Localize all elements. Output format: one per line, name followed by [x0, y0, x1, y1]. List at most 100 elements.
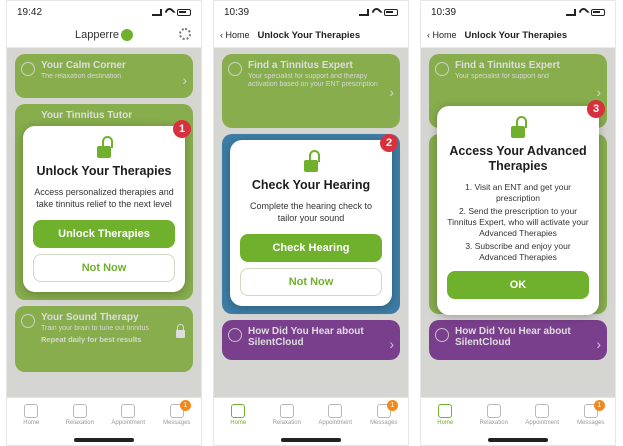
steps-list: 1. Visit an ENT and get your prescriptio…: [447, 182, 589, 263]
calendar-icon: [535, 404, 550, 418]
messages-badge: 1: [386, 400, 398, 411]
relaxation-icon: [279, 404, 294, 418]
home-indicator: [488, 438, 548, 442]
status-time: 10:39: [431, 6, 457, 18]
ok-button[interactable]: OK: [447, 271, 589, 300]
tab-appointment[interactable]: Appointment: [315, 404, 355, 426]
status-time: 19:42: [17, 6, 43, 18]
list-item: 1. Visit an ENT and get your prescriptio…: [465, 182, 571, 204]
tab-label: Appointment: [111, 420, 146, 426]
unlock-therapies-button[interactable]: Unlock Therapies: [33, 220, 175, 249]
relaxation-icon: [72, 404, 87, 418]
check-hearing-button[interactable]: Check Hearing: [240, 234, 382, 263]
tab-relaxation[interactable]: Relaxation: [267, 404, 307, 426]
modal-title: Unlock Your Therapies: [36, 164, 172, 178]
phone-screen-1: 19:42 Lapperre Your Calm Corner The rela…: [6, 0, 202, 446]
tab-relaxation[interactable]: Relaxation: [60, 404, 100, 426]
advanced-therapies-modal: 3 Access Your Advanced Therapies 1. Visi…: [437, 100, 605, 316]
list-item: 2. Send the prescription to your Tinnitu…: [447, 206, 589, 239]
status-icons: [359, 5, 398, 19]
battery-icon: [177, 8, 191, 16]
tab-label: Relaxation: [272, 420, 301, 426]
wifi-icon: [577, 5, 590, 19]
messages-badge: 1: [179, 400, 191, 411]
tab-bar: Home Relaxation Appointment 1 Messages: [7, 397, 201, 445]
signal-icon: [566, 8, 576, 16]
signal-icon: [359, 8, 369, 16]
tab-label: Home: [230, 420, 247, 426]
tab-label: Messages: [577, 420, 605, 426]
status-bar: 10:39: [214, 1, 408, 23]
tab-appointment[interactable]: Appointment: [522, 404, 562, 426]
status-time: 10:39: [224, 6, 250, 18]
wifi-icon: [163, 5, 176, 19]
tab-home[interactable]: Home: [11, 404, 51, 426]
back-label: Home: [432, 30, 457, 40]
unlock-icon: [302, 150, 320, 172]
nav-bar: ‹ Home Unlock Your Therapies: [214, 23, 408, 48]
phone-screen-2: 10:39 ‹ Home Unlock Your Therapies Find …: [213, 0, 409, 446]
content: Your Calm Corner The relaxation destinat…: [7, 48, 201, 400]
battery-icon: [384, 8, 398, 16]
brand-mark-icon: [121, 29, 134, 41]
brand-logo: Lapperre: [74, 29, 134, 41]
wifi-icon: [370, 5, 383, 19]
status-icons: [152, 5, 191, 19]
tab-appointment[interactable]: Appointment: [108, 404, 148, 426]
phone-screen-3: 10:39 ‹ Home Unlock Your Therapies Find …: [420, 0, 616, 446]
modal-title: Access Your Advanced Therapies: [449, 144, 587, 173]
back-button[interactable]: ‹ Home: [220, 30, 250, 40]
tab-label: Appointment: [525, 420, 560, 426]
gear-icon[interactable]: [179, 28, 191, 40]
not-now-button[interactable]: Not Now: [33, 254, 175, 283]
tab-bar: Home Relaxation Appointment 1 Messages: [214, 397, 408, 445]
step-badge: 1: [173, 120, 191, 138]
signal-icon: [152, 8, 162, 16]
home-indicator: [281, 438, 341, 442]
status-bar: 10:39: [421, 1, 615, 23]
tab-label: Messages: [163, 420, 191, 426]
content: Find a Tinnitus Expert Your specialist f…: [214, 48, 408, 400]
tab-home[interactable]: Home: [218, 404, 258, 426]
unlock-therapies-modal: 1 Unlock Your Therapies Access personali…: [23, 120, 191, 293]
brand-name: Lapperre: [74, 29, 120, 41]
app-header: Lapperre: [7, 23, 201, 48]
back-button[interactable]: ‹ Home: [427, 30, 457, 40]
modal-title: Check Your Hearing: [251, 178, 371, 192]
calendar-icon: [121, 404, 136, 418]
nav-bar: ‹ Home Unlock Your Therapies: [421, 23, 615, 48]
tab-label: Appointment: [318, 420, 353, 426]
relaxation-icon: [486, 404, 501, 418]
status-bar: 19:42: [7, 1, 201, 23]
step-badge: 3: [587, 100, 605, 118]
tab-home[interactable]: Home: [425, 404, 465, 426]
modal-text: Complete the hearing check to tailor you…: [249, 201, 373, 223]
calendar-icon: [328, 404, 343, 418]
tab-label: Home: [437, 420, 454, 426]
status-icons: [566, 5, 605, 19]
tab-relaxation[interactable]: Relaxation: [474, 404, 514, 426]
unlock-icon: [95, 136, 113, 158]
home-indicator: [74, 438, 134, 442]
unlock-icon: [509, 116, 527, 138]
check-hearing-modal: 2 Check Your Hearing Complete the hearin…: [230, 134, 398, 307]
back-label: Home: [225, 30, 250, 40]
tab-messages[interactable]: 1 Messages: [571, 400, 611, 426]
tab-label: Home: [23, 420, 40, 426]
tab-label: Messages: [370, 420, 398, 426]
tab-messages[interactable]: 1 Messages: [364, 400, 404, 426]
not-now-button[interactable]: Not Now: [240, 268, 382, 297]
home-icon: [24, 404, 39, 418]
content: Find a Tinnitus Expert Your specialist f…: [421, 48, 615, 400]
tab-messages[interactable]: 1 Messages: [157, 400, 197, 426]
list-item: 3. Subscribe and enjoy your Advanced The…: [465, 241, 571, 263]
home-icon: [231, 404, 246, 418]
modal-text: Access personalized therapies and take t…: [34, 187, 174, 209]
messages-badge: 1: [593, 400, 605, 411]
home-icon: [438, 404, 453, 418]
tab-label: Relaxation: [479, 420, 508, 426]
step-badge: 2: [380, 134, 398, 152]
tab-label: Relaxation: [65, 420, 94, 426]
page-title: Unlock Your Therapies: [464, 29, 568, 41]
tab-bar: Home Relaxation Appointment 1 Messages: [421, 397, 615, 445]
